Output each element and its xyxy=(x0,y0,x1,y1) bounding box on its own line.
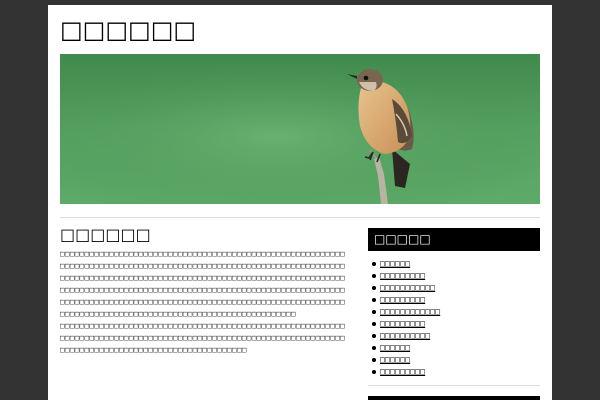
widget-title: □□□□ xyxy=(368,396,540,400)
sidebar: □□□□□ □□□□□□ □□□□□□□□□ □□□□□□□□□□□ □□□□□… xyxy=(368,228,540,400)
sidebar-link[interactable]: □□□□□□□□□ xyxy=(380,367,425,376)
sidebar-divider xyxy=(368,385,540,386)
bird-banner-illustration xyxy=(60,54,540,204)
sidebar-link[interactable]: □□□□□□□□□□□ xyxy=(380,283,435,292)
site-title-link[interactable]: □□□□□□ xyxy=(60,16,196,44)
post-title-link[interactable]: □□□□□□ xyxy=(60,226,151,244)
sidebar-link[interactable]: □□□□□□□□□ xyxy=(380,295,425,304)
list-item: □□□□□□ xyxy=(372,342,540,354)
header-divider xyxy=(60,217,540,218)
list-item: □□□□□□ xyxy=(372,354,540,366)
main-content: □□□□□□ □□□□□□□□□□□□□□□□□□□□□□□□□□□□□□□□□… xyxy=(60,226,347,356)
sidebar-link[interactable]: □□□□□□□□□ xyxy=(380,319,425,328)
page-container: □□□□□□ □□□□□□ □□□□□□□□□□□□□□□□□□□□□□□□□□… xyxy=(48,5,552,400)
sidebar-link[interactable]: □□□□□□ xyxy=(380,259,410,268)
list-item: □□□□□□□□□□ xyxy=(372,330,540,342)
list-item: □□□□□□□□□ xyxy=(372,294,540,306)
list-item: □□□□□□□□□ xyxy=(372,318,540,330)
post-title: □□□□□□ xyxy=(60,226,347,244)
list-item: □□□□□□ xyxy=(372,258,540,270)
header-banner-image xyxy=(60,54,540,204)
list-item: □□□□□□□□□ xyxy=(372,270,540,282)
sidebar-link[interactable]: □□□□□□□□□ xyxy=(380,271,425,280)
site-title: □□□□□□ xyxy=(60,15,540,45)
list-item: □□□□□□□□□ xyxy=(372,366,540,378)
list-item: □□□□□□□□□□□ xyxy=(372,282,540,294)
widget-title: □□□□□ xyxy=(368,228,540,251)
list-item: □□□□□□□□□□□□ xyxy=(372,306,540,318)
sidebar-link[interactable]: □□□□□□ xyxy=(380,355,410,364)
sidebar-link[interactable]: □□□□□□□□□□□□ xyxy=(380,307,440,316)
post-paragraph: □□□□□□□□□□□□□□□□□□□□□□□□□□□□□□□□□□□□□□□□… xyxy=(60,249,346,318)
sidebar-link[interactable]: □□□□□□□□□□ xyxy=(380,331,430,340)
widget-link-list: □□□□□□ □□□□□□□□□ □□□□□□□□□□□ □□□□□□□□□ □… xyxy=(368,258,540,378)
sidebar-link[interactable]: □□□□□□ xyxy=(380,343,410,352)
post-paragraph: □□□□□□□□□□□□□□□□□□□□□□□□□□□□□□□□□□□□□□□□… xyxy=(60,321,346,354)
